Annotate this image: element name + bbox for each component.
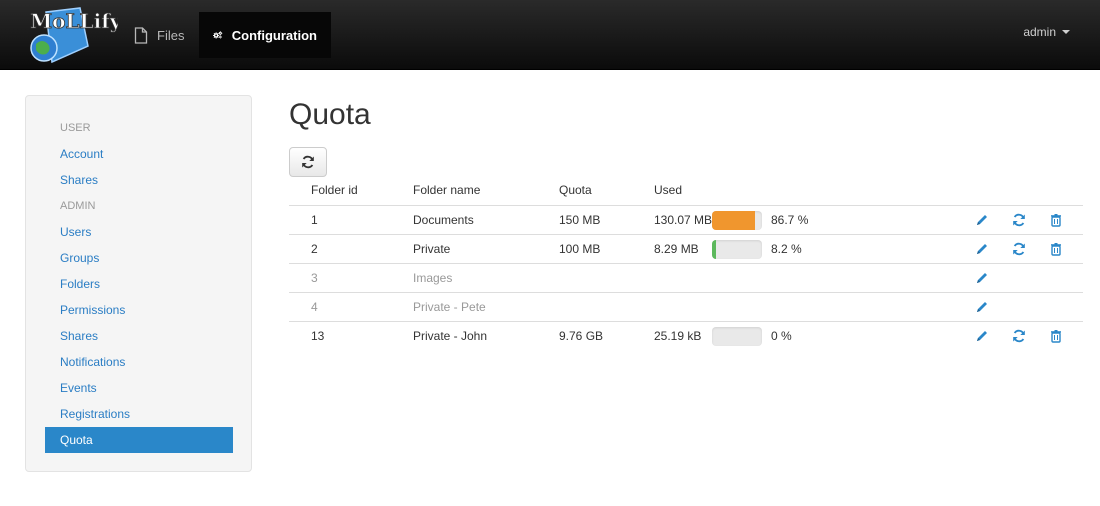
col-header-quota: Quota bbox=[559, 183, 592, 197]
sidebar-item-user-shares[interactable]: Shares bbox=[45, 167, 233, 193]
sidebar-header-user: USER bbox=[60, 122, 91, 134]
recalculate-quota-button[interactable] bbox=[1012, 213, 1026, 227]
sidebar-item-quota[interactable]: Quota bbox=[45, 427, 233, 453]
trash-icon bbox=[1051, 214, 1061, 227]
user-name: admin bbox=[1023, 25, 1056, 39]
cell-quota: 150 MB bbox=[559, 213, 601, 227]
cell-folder-name: Images bbox=[413, 271, 453, 285]
edit-quota-button[interactable] bbox=[975, 242, 989, 256]
sidebar-item-admin-shares[interactable]: Shares bbox=[45, 323, 233, 349]
config-sidebar: USER Account Shares ADMIN Users Groups F… bbox=[25, 95, 252, 472]
col-header-folder-id: Folder id bbox=[311, 183, 358, 197]
table-row: 4 Private - Pete bbox=[289, 292, 1083, 321]
quota-table: Folder id Folder name Quota Used 1 Docume… bbox=[289, 176, 1083, 350]
logo-text: MoLLify bbox=[30, 9, 118, 33]
sidebar-header-admin: ADMIN bbox=[60, 200, 96, 212]
sidebar-item-notifications[interactable]: Notifications bbox=[45, 349, 233, 375]
edit-quota-button[interactable] bbox=[975, 213, 989, 227]
usage-progress-fill bbox=[712, 211, 756, 230]
sidebar-item-users[interactable]: Users bbox=[45, 219, 233, 245]
sidebar-item-groups[interactable]: Groups bbox=[45, 245, 233, 271]
cell-quota: 100 MB bbox=[559, 242, 601, 256]
delete-quota-button[interactable] bbox=[1049, 329, 1063, 343]
mollify-logo[interactable]: MoLLify bbox=[26, 6, 118, 64]
nav-configuration-label: Configuration bbox=[231, 27, 317, 43]
recalculate-quota-button[interactable] bbox=[1012, 329, 1026, 343]
trash-icon bbox=[1051, 243, 1061, 256]
table-row: 13 Private - John 9.76 GB 25.19 kB 0 % bbox=[289, 321, 1083, 350]
sidebar-item-folders[interactable]: Folders bbox=[45, 271, 233, 297]
sidebar-item-permissions[interactable]: Permissions bbox=[45, 297, 233, 323]
col-header-folder-name: Folder name bbox=[413, 183, 481, 197]
cell-folder-name: Private - Pete bbox=[413, 300, 486, 314]
cell-folder-id: 4 bbox=[311, 300, 318, 314]
sidebar-item-registrations[interactable]: Registrations bbox=[45, 401, 233, 427]
refresh-icon bbox=[302, 155, 314, 169]
cell-quota: 9.76 GB bbox=[559, 329, 604, 343]
refresh-button[interactable] bbox=[289, 147, 327, 177]
refresh-icon bbox=[1013, 329, 1025, 343]
recalculate-quota-button[interactable] bbox=[1012, 242, 1026, 256]
cell-folder-id: 3 bbox=[311, 271, 318, 285]
delete-quota-button[interactable] bbox=[1049, 213, 1063, 227]
refresh-icon bbox=[1013, 213, 1025, 227]
pencil-icon bbox=[977, 273, 987, 283]
cell-folder-id: 1 bbox=[311, 213, 318, 227]
cell-usage-percent: 8.2 % bbox=[771, 242, 802, 256]
cell-used: 25.19 kB bbox=[654, 329, 702, 343]
usage-progress-fill bbox=[712, 240, 717, 259]
table-row: 3 Images bbox=[289, 263, 1083, 292]
cell-usage-percent: 86.7 % bbox=[771, 213, 809, 227]
table-row: 2 Private 100 MB 8.29 MB 8.2 % bbox=[289, 234, 1083, 263]
cell-folder-name: Private - John bbox=[413, 329, 488, 343]
cell-used: 8.29 MB bbox=[654, 242, 699, 256]
cell-folder-name: Documents bbox=[413, 213, 474, 227]
nav-configuration-tab[interactable]: Configuration bbox=[199, 12, 331, 58]
sidebar-item-account[interactable]: Account bbox=[45, 141, 233, 167]
table-header-row: Folder id Folder name Quota Used bbox=[289, 176, 1083, 205]
user-menu-dropdown[interactable]: admin bbox=[1023, 25, 1070, 39]
pencil-icon bbox=[977, 331, 987, 341]
delete-quota-button[interactable] bbox=[1049, 242, 1063, 256]
edit-quota-button[interactable] bbox=[975, 329, 989, 343]
top-navbar: MoLLify Files Configuration admin bbox=[0, 0, 1100, 70]
file-icon bbox=[134, 26, 148, 44]
col-header-used: Used bbox=[654, 183, 683, 197]
pencil-icon bbox=[977, 215, 987, 225]
edit-quota-button[interactable] bbox=[975, 300, 989, 314]
gears-icon bbox=[213, 31, 223, 39]
cell-folder-id: 2 bbox=[311, 242, 318, 256]
cell-used: 130.07 MB bbox=[654, 213, 713, 227]
nav-files-label: Files bbox=[157, 27, 185, 43]
sidebar-item-events[interactable]: Events bbox=[45, 375, 233, 401]
page-title: Quota bbox=[289, 98, 371, 131]
cell-folder-name: Private bbox=[413, 242, 451, 256]
pencil-icon bbox=[977, 302, 987, 312]
table-row: 1 Documents 150 MB 130.07 MB 86.7 % bbox=[289, 205, 1083, 234]
nav-files-tab[interactable]: Files bbox=[120, 12, 198, 58]
refresh-icon bbox=[1013, 242, 1025, 256]
cell-folder-id: 13 bbox=[311, 329, 325, 343]
trash-icon bbox=[1051, 330, 1061, 343]
cell-usage-percent: 0 % bbox=[771, 329, 792, 343]
pencil-icon bbox=[977, 244, 987, 254]
edit-quota-button[interactable] bbox=[975, 271, 989, 285]
caret-down-icon bbox=[1062, 30, 1070, 34]
